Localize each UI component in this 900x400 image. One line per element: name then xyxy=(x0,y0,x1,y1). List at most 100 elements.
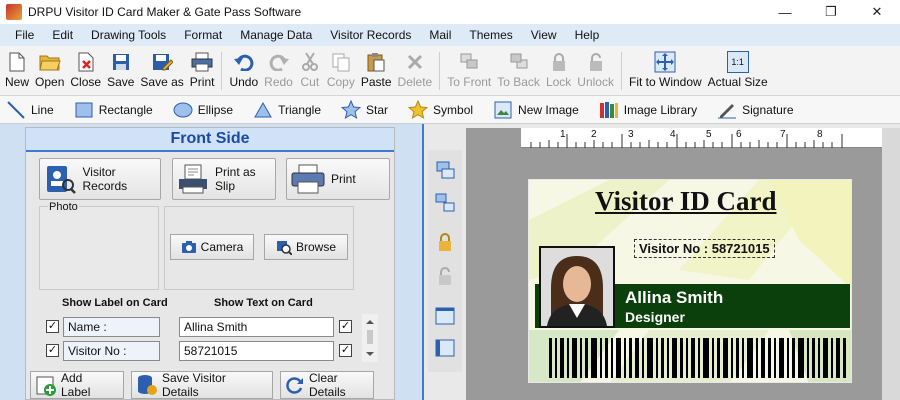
app-icon xyxy=(6,4,22,20)
window-title: DRPU Visitor ID Card Maker & Gate Pass S… xyxy=(28,5,302,19)
visitor-id-card[interactable]: Visitor ID Card Visitor No : 58721015 Al… xyxy=(528,179,852,383)
ruler-label: 3 xyxy=(628,129,634,140)
new-image-tool[interactable]: New Image xyxy=(493,100,579,120)
unlock-button[interactable]: Unlock xyxy=(577,46,614,96)
print-toolbar-button[interactable]: Print xyxy=(190,46,214,96)
close-button[interactable]: Close xyxy=(70,46,101,96)
padlock-open-icon xyxy=(439,267,451,285)
window-view-button[interactable] xyxy=(433,304,457,328)
menu-help[interactable]: Help xyxy=(575,28,600,42)
panel-view-button[interactable] xyxy=(433,336,457,360)
text-field-visitor-no[interactable]: 58721015 xyxy=(179,341,334,361)
menu-edit[interactable]: Edit xyxy=(52,28,73,42)
card-visitor-name[interactable]: Allina Smith xyxy=(625,288,723,308)
open-button[interactable]: Open xyxy=(35,46,64,96)
add-label-button[interactable]: Add Label xyxy=(30,371,124,399)
triangle-tool[interactable]: Triangle xyxy=(253,100,321,120)
fields-scrollbar[interactable] xyxy=(362,314,378,362)
text-checkbox-name[interactable]: ✓ xyxy=(339,320,352,333)
label-checkbox-name[interactable]: ✓ xyxy=(46,320,59,333)
browse-button[interactable]: Browse xyxy=(264,234,348,260)
toolbar-divider xyxy=(221,52,223,90)
rectangle-icon xyxy=(74,100,94,120)
card-title[interactable]: Visitor ID Card xyxy=(595,186,777,217)
menu-format[interactable]: Format xyxy=(184,28,222,42)
window-icon xyxy=(435,307,455,325)
print-as-slip-button[interactable]: Print as Slip xyxy=(172,158,276,200)
line-tool[interactable]: Line xyxy=(6,100,54,120)
undo-button[interactable]: Undo xyxy=(229,46,258,96)
image-icon xyxy=(493,100,513,120)
menu-mail[interactable]: Mail xyxy=(429,28,451,42)
print-slip-icon xyxy=(177,162,209,196)
delete-button[interactable]: Delete xyxy=(398,46,432,96)
send-to-back-icon xyxy=(508,51,530,73)
label-field-name[interactable]: Name : xyxy=(63,317,160,337)
redo-arrow-icon xyxy=(268,51,290,73)
menu-drawing-tools[interactable]: Drawing Tools xyxy=(91,28,166,42)
cut-button[interactable]: Cut xyxy=(299,46,321,96)
triangle-icon xyxy=(253,100,273,120)
lock-button[interactable]: Lock xyxy=(546,46,571,96)
copy-button[interactable]: Copy xyxy=(327,46,355,96)
unlock-object-button[interactable] xyxy=(433,264,457,288)
menu-themes[interactable]: Themes xyxy=(469,28,512,42)
new-button[interactable]: New xyxy=(5,46,29,96)
text-checkbox-visitor-no[interactable]: ✓ xyxy=(339,344,352,357)
add-label-icon xyxy=(35,374,57,396)
padlock-icon xyxy=(439,233,451,251)
card-barcode[interactable] xyxy=(549,338,847,378)
refresh-clear-icon xyxy=(285,374,305,396)
minimize-button[interactable]: — xyxy=(762,0,808,24)
photo-preview-box xyxy=(39,206,159,290)
ungroup-icon xyxy=(435,193,455,212)
menu-manage-data[interactable]: Manage Data xyxy=(240,28,312,42)
to-front-button[interactable]: To Front xyxy=(447,46,491,96)
paste-button[interactable]: Paste xyxy=(361,46,392,96)
main-toolbar: New Open Close Save Save as Print Undo R… xyxy=(0,46,900,96)
clear-details-button[interactable]: Clear Details xyxy=(280,371,374,399)
print-card-button[interactable]: Print xyxy=(286,158,390,200)
card-visitor-number[interactable]: Visitor No : 58721015 xyxy=(634,239,775,258)
text-field-name[interactable]: Allina Smith xyxy=(179,317,334,337)
restore-button[interactable]: ❐ xyxy=(808,0,854,24)
menu-file[interactable]: File xyxy=(15,28,34,42)
save-as-icon xyxy=(151,51,174,73)
lock-object-button[interactable] xyxy=(433,230,457,254)
close-window-button[interactable]: ✕ xyxy=(854,0,900,24)
delete-x-icon xyxy=(404,51,426,73)
save-button[interactable]: Save xyxy=(107,46,134,96)
menu-view[interactable]: View xyxy=(531,28,557,42)
redo-button[interactable]: Redo xyxy=(264,46,293,96)
menu-visitor-records[interactable]: Visitor Records xyxy=(330,28,411,42)
signature-tool[interactable]: Signature xyxy=(717,100,794,120)
visitor-photo[interactable] xyxy=(539,246,615,328)
save-visitor-details-button[interactable]: Save Visitor Details xyxy=(131,371,273,399)
label-checkbox-visitor-no[interactable]: ✓ xyxy=(46,344,59,357)
actual-size-button[interactable]: 1:1 Actual Size xyxy=(708,46,768,96)
ungroup-button[interactable] xyxy=(433,190,457,214)
fit-to-window-button[interactable]: Fit to Window xyxy=(629,46,702,96)
image-library-tool[interactable]: Image Library xyxy=(599,100,697,120)
label-field-visitor-no[interactable]: Visitor No : xyxy=(63,341,160,361)
toolbar-divider xyxy=(620,52,622,90)
group-button[interactable] xyxy=(433,158,457,182)
save-as-button[interactable]: Save as xyxy=(140,46,184,96)
clipboard-paste-icon xyxy=(365,51,387,73)
line-icon xyxy=(6,100,26,120)
star-tool[interactable]: Star xyxy=(341,99,388,120)
symbol-tool[interactable]: Symbol xyxy=(408,99,473,120)
browse-icon xyxy=(276,239,292,255)
signature-pen-icon xyxy=(717,100,737,120)
ellipse-tool[interactable]: Ellipse xyxy=(173,100,233,120)
scissors-icon xyxy=(299,51,321,73)
visitor-records-button[interactable]: Visitor Records xyxy=(39,158,161,200)
ruler-label: 4 xyxy=(670,129,676,140)
ruler-label: 8 xyxy=(817,129,823,140)
actual-size-icon: 1:1 xyxy=(726,51,749,73)
camera-button[interactable]: Camera xyxy=(170,234,254,260)
card-designation[interactable]: Designer xyxy=(625,309,685,325)
rectangle-tool[interactable]: Rectangle xyxy=(74,100,153,120)
ruler-label: 5 xyxy=(706,129,712,140)
to-back-button[interactable]: To Back xyxy=(497,46,540,96)
